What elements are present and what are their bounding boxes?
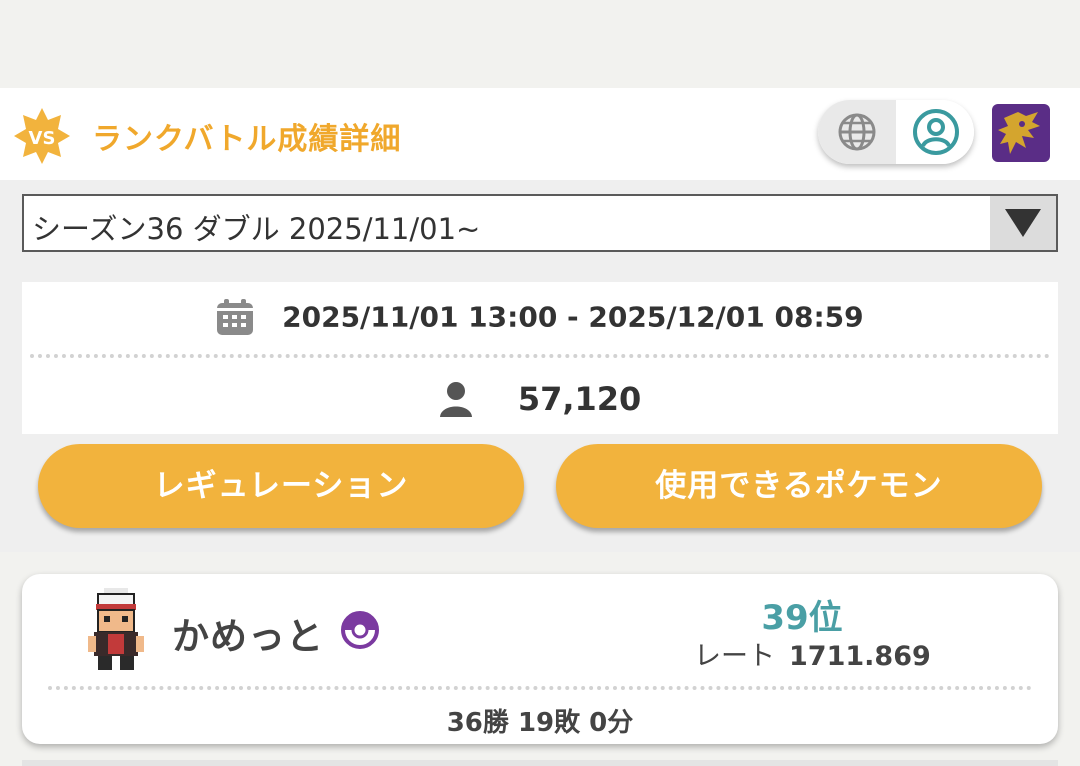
rate-value: 1711.869 [789, 641, 931, 672]
user-circle-icon [913, 109, 959, 155]
player-name: かめっと [172, 615, 324, 658]
vs-badge-icon: VS [14, 108, 70, 164]
language-toggle-button[interactable] [818, 100, 896, 164]
person-icon [439, 382, 472, 417]
next-card-edge [22, 760, 1058, 766]
status-bar-area [0, 0, 1080, 88]
divider [48, 686, 1032, 690]
globe-icon [838, 113, 876, 151]
calendar-icon [217, 299, 254, 335]
page-title: ランクバトル成績詳細 [92, 122, 402, 157]
account-toggle-button[interactable] [898, 100, 974, 164]
svg-text:VS: VS [29, 128, 56, 149]
season-period: 2025/11/01 13:00 - 2025/12/01 08:59 [22, 298, 1058, 336]
player-count-value: 57,120 [517, 380, 642, 418]
rate-label: レート [694, 641, 775, 672]
player-rank: 39位 [761, 598, 843, 638]
legendary-dragon-icon [998, 112, 1040, 154]
season-select-arrow[interactable] [990, 196, 1056, 250]
season-info-card: 2025/11/01 13:00 - 2025/12/01 08:59 57,1… [22, 282, 1058, 434]
view-toggle[interactable] [818, 100, 974, 164]
divider [30, 354, 1050, 358]
triangle-down-icon [1005, 209, 1041, 237]
regulation-button[interactable]: レギュレーション [38, 444, 524, 528]
season-select-value: シーズン36 ダブル 2025/11/01~ [32, 212, 481, 246]
season-period-text: 2025/11/01 13:00 - 2025/12/01 08:59 [282, 300, 864, 334]
profile-avatar[interactable] [992, 104, 1050, 162]
usable-pokemon-button[interactable]: 使用できるポケモン [556, 444, 1042, 528]
player-rate: レート 1711.869 [694, 634, 931, 673]
trainer-sprite-icon [88, 588, 144, 670]
player-count: 57,120 [22, 378, 1058, 418]
master-ball-icon [341, 611, 379, 649]
player-record: 36勝 19敗 0分 [446, 708, 634, 738]
season-select[interactable]: シーズン36 ダブル 2025/11/01~ [22, 194, 1058, 252]
player-result-card[interactable]: かめっと 39位 レート 1711.869 36勝 19敗 0分 [22, 574, 1058, 744]
